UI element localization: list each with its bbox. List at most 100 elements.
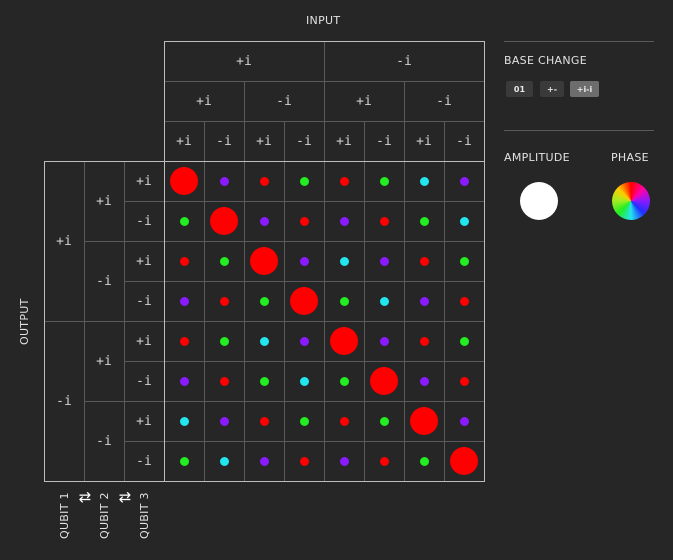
amplitude-dot — [339, 456, 349, 466]
amplitude-dot — [299, 416, 309, 426]
amplitude-dot — [299, 216, 309, 226]
amplitude-dot — [379, 416, 389, 426]
amplitude-dot — [179, 376, 189, 386]
base-plus-minus-button[interactable]: +- — [540, 81, 564, 97]
grid-line — [364, 161, 365, 481]
amplitude-dot — [459, 296, 469, 306]
divider — [504, 41, 654, 42]
amplitude-dot — [419, 256, 429, 266]
amplitude-dot — [330, 327, 358, 355]
amplitude-dot — [379, 456, 389, 466]
amplitude-dot — [259, 176, 269, 186]
matrix-cell — [444, 361, 484, 401]
grid-line — [444, 121, 445, 161]
matrix-cell — [204, 161, 244, 201]
grid-line — [124, 281, 164, 282]
amplitude-dot — [259, 376, 269, 386]
amplitude-dot — [219, 256, 229, 266]
matrix-cell — [204, 281, 244, 321]
matrix-cell — [324, 201, 364, 241]
grid-line — [404, 161, 405, 481]
output-label: OUTPUT — [18, 298, 31, 345]
matrix-cell — [284, 321, 324, 361]
column-header-q1: +i — [236, 53, 252, 69]
base-plus-i-minus-i-button[interactable]: +i-i — [570, 81, 599, 97]
matrix-cell — [284, 201, 324, 241]
base-01-button[interactable]: 01 — [506, 81, 533, 97]
matrix-cell — [164, 161, 204, 201]
grid-line — [164, 361, 484, 362]
qubit-3-label: QUBIT 3 — [138, 492, 151, 539]
matrix-cell — [404, 281, 444, 321]
matrix-cell — [204, 321, 244, 361]
amplitude-dot — [299, 456, 309, 466]
amplitude-dot — [259, 296, 269, 306]
matrix-cell — [324, 241, 364, 281]
amplitude-dot — [259, 416, 269, 426]
amplitude-dot — [170, 167, 198, 195]
amplitude-title: AMPLITUDE — [504, 151, 570, 164]
grid-line — [44, 161, 485, 162]
matrix-cell — [244, 241, 284, 281]
amplitude-dot — [459, 176, 469, 186]
matrix-cell — [324, 321, 364, 361]
amplitude-dot — [419, 176, 429, 186]
amplitude-dot — [219, 336, 229, 346]
row-header-q3: +i — [136, 413, 152, 429]
row-header-q1: -i — [56, 393, 72, 409]
matrix-cell — [284, 281, 324, 321]
amplitude-dot — [459, 416, 469, 426]
matrix-cell — [244, 161, 284, 201]
matrix-cell — [404, 361, 444, 401]
row-header-q3: +i — [136, 173, 152, 189]
swap-arrows-icon[interactable]: ⇄ — [76, 490, 94, 505]
grid-line — [404, 81, 405, 161]
swap-arrows-icon[interactable]: ⇄ — [116, 490, 134, 505]
matrix-cell — [244, 441, 284, 481]
matrix-cell — [444, 401, 484, 441]
matrix-cell — [444, 281, 484, 321]
column-header-q3: +i — [256, 133, 272, 149]
row-header-q3: -i — [136, 293, 152, 309]
amplitude-dot — [250, 247, 278, 275]
column-header-q3: -i — [376, 133, 392, 149]
column-header-q1: -i — [396, 53, 412, 69]
amplitude-dot — [299, 176, 309, 186]
grid-line — [124, 441, 164, 442]
row-header-q3: +i — [136, 253, 152, 269]
amplitude-dot — [179, 456, 189, 466]
matrix-cell — [444, 201, 484, 241]
amplitude-dot — [339, 176, 349, 186]
matrix-cell — [404, 161, 444, 201]
amplitude-dot — [419, 336, 429, 346]
amplitude-dot — [370, 367, 398, 395]
matrix-cell — [164, 281, 204, 321]
matrix-cell — [284, 241, 324, 281]
matrix-cell — [164, 241, 204, 281]
grid-line — [164, 41, 165, 481]
amplitude-dot — [410, 407, 438, 435]
amplitude-dot — [179, 416, 189, 426]
amplitude-dot — [219, 416, 229, 426]
amplitude-dot — [179, 336, 189, 346]
matrix-cell — [244, 361, 284, 401]
grid-line — [204, 121, 205, 161]
column-header-q3: +i — [416, 133, 432, 149]
grid-line — [84, 401, 164, 402]
amplitude-dot — [259, 456, 269, 466]
matrix-cell — [444, 321, 484, 361]
amplitude-dot — [419, 376, 429, 386]
matrix-cell — [324, 281, 364, 321]
matrix-cell — [284, 401, 324, 441]
matrix-cell — [364, 321, 404, 361]
matrix-cell — [284, 441, 324, 481]
amplitude-dot — [459, 336, 469, 346]
column-header-q3: +i — [336, 133, 352, 149]
matrix-cell — [444, 441, 484, 481]
amplitude-legend-circle — [520, 182, 558, 220]
grid-line — [324, 161, 325, 481]
phase-title: PHASE — [611, 151, 649, 164]
matrix-cell — [404, 321, 444, 361]
row-header-q3: -i — [136, 453, 152, 469]
amplitude-dot — [179, 256, 189, 266]
